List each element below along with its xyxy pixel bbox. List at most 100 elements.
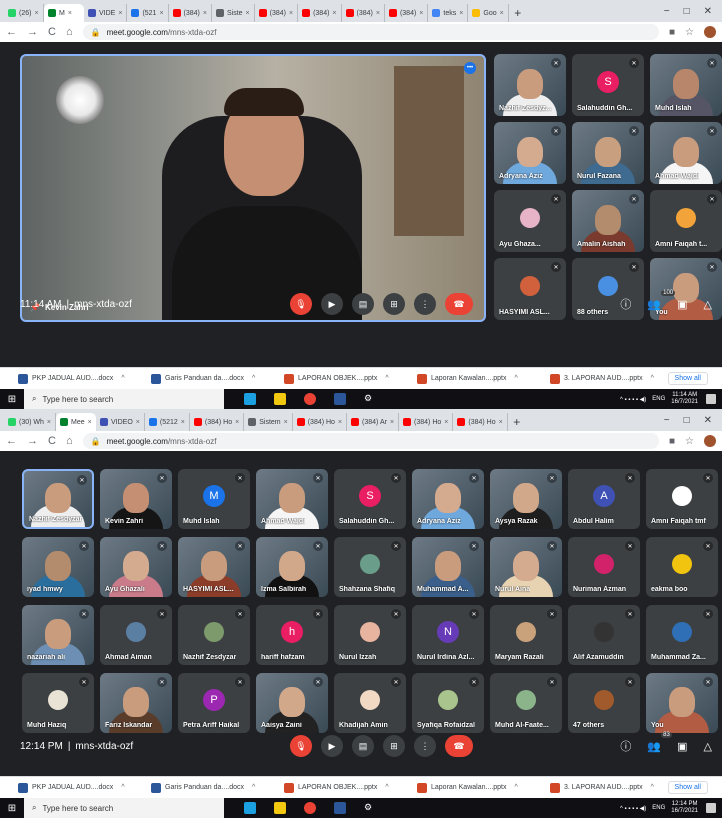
chevron-up-icon[interactable]: ^: [252, 784, 255, 791]
download-item[interactable]: Garis Panduan da....docx ^: [151, 373, 276, 384]
tab-close-icon[interactable]: ×: [136, 419, 140, 426]
participant-tile[interactable]: ✕ Ayu Ghaza...: [494, 190, 566, 252]
browser-tab[interactable]: (5212 ×: [145, 413, 190, 431]
forward-icon[interactable]: →: [27, 435, 38, 447]
chrome-icon[interactable]: [304, 393, 316, 405]
participant-tile[interactable]: ✕ Alif Azamuddin: [568, 605, 640, 665]
download-item[interactable]: Laporan Kawalan....pptx ^: [417, 373, 542, 384]
info-icon[interactable]: ⓘ: [620, 296, 631, 312]
present-button[interactable]: ⊞: [383, 293, 405, 315]
tab-close-icon[interactable]: ×: [118, 10, 122, 17]
forward-icon[interactable]: →: [27, 26, 38, 38]
download-item[interactable]: Garis Panduan da....docx ^: [151, 782, 276, 793]
download-item[interactable]: LAPORAN OBJEK....pptx ^: [284, 782, 409, 793]
chevron-up-icon[interactable]: ^: [515, 375, 518, 382]
browser-tab[interactable]: VIDE ×: [84, 4, 128, 22]
chevron-up-icon[interactable]: ^: [515, 784, 518, 791]
participant-tile[interactable]: ✕ Syafiqa Rofaidzal: [412, 673, 484, 733]
browser-tab[interactable]: (384) ×: [342, 4, 385, 22]
tab-close-icon[interactable]: ×: [88, 419, 92, 426]
mic-off-button[interactable]: 🎙: [290, 293, 312, 315]
tab-close-icon[interactable]: ×: [444, 419, 448, 426]
browser-tab[interactable]: teks ×: [428, 4, 469, 22]
camera-button[interactable]: ▶: [321, 735, 343, 757]
browser-tab[interactable]: Siste ×: [212, 4, 255, 22]
file-explorer-icon[interactable]: [274, 393, 286, 405]
tab-close-icon[interactable]: ×: [390, 419, 394, 426]
chevron-up-icon[interactable]: ^: [651, 784, 654, 791]
browser-tab[interactable]: (30) Wh ×: [4, 413, 56, 431]
participant-tile[interactable]: ✕ Nurul Fazana: [572, 122, 644, 184]
tab-close-icon[interactable]: ×: [203, 10, 207, 17]
participant-tile[interactable]: ✕ Ahmad Aiman: [100, 605, 172, 665]
leave-call-button[interactable]: ☎: [445, 735, 473, 757]
url-field[interactable]: 🔒 meet.google.com/mns-xtda-ozf: [82, 433, 659, 449]
profile-avatar[interactable]: [704, 435, 716, 447]
tab-close-icon[interactable]: ×: [47, 419, 51, 426]
settings-icon[interactable]: ⚙: [364, 393, 376, 405]
minimize-icon[interactable]: −: [664, 6, 670, 17]
participant-tile[interactable]: ✕ Muhammad Za...: [646, 605, 718, 665]
participant-tile[interactable]: N ✕ Nurul Irdina Azl...: [412, 605, 484, 665]
participant-tile[interactable]: h ✕ hariff hafzam: [256, 605, 328, 665]
close-window-icon[interactable]: ✕: [704, 415, 712, 426]
participant-tile[interactable]: ✕ Nurul Izzah: [334, 605, 406, 665]
edge-icon[interactable]: [244, 393, 256, 405]
show-all-button[interactable]: Show all: [667, 781, 708, 794]
leave-call-button[interactable]: ☎: [445, 293, 473, 315]
captions-button[interactable]: ▤: [352, 293, 374, 315]
word-icon[interactable]: [334, 802, 346, 814]
browser-tab[interactable]: (384) ×: [255, 4, 299, 22]
browser-tab[interactable]: (384) ×: [385, 4, 429, 22]
browser-tab[interactable]: Goo ×: [468, 4, 509, 22]
tab-close-icon[interactable]: ×: [332, 10, 336, 17]
chevron-up-icon[interactable]: ^: [121, 784, 124, 791]
windows-start-icon[interactable]: ⊞: [0, 798, 24, 818]
browser-tab[interactable]: (384) ×: [298, 4, 342, 22]
file-explorer-icon[interactable]: [274, 802, 286, 814]
browser-tab[interactable]: (384) Ar ×: [347, 413, 400, 431]
taskbar-clock[interactable]: 12:14 PM 16/7/2021: [671, 801, 698, 815]
participant-tile[interactable]: ✕ iyad hmwy: [22, 537, 94, 597]
download-item[interactable]: 3. LAPORAN AUD....pptx ^: [550, 782, 675, 793]
participant-tile[interactable]: ✕ Izma Salbirah: [256, 537, 328, 597]
chat-icon[interactable]: ▣: [677, 740, 687, 753]
browser-tab[interactable]: (384) Ho ×: [399, 413, 454, 431]
close-window-icon[interactable]: ✕: [704, 6, 712, 17]
participant-tile[interactable]: ✕ nazariah ali: [22, 605, 94, 665]
browser-tab[interactable]: (384) ×: [169, 4, 212, 22]
tab-close-icon[interactable]: ×: [338, 419, 342, 426]
new-tab-button[interactable]: +: [509, 4, 527, 22]
maximize-icon[interactable]: □: [684, 415, 690, 426]
chevron-up-icon[interactable]: ^: [385, 784, 388, 791]
windows-start-icon[interactable]: ⊞: [0, 389, 24, 409]
participant-tile[interactable]: ✕ Ahmad Wajdi: [650, 122, 722, 184]
browser-tab[interactable]: M ×: [44, 4, 84, 22]
tab-close-icon[interactable]: ×: [34, 10, 38, 17]
participant-tile[interactable]: S ✕ Salahuddin Gh...: [334, 469, 406, 529]
notification-icon[interactable]: [706, 394, 716, 404]
chat-icon[interactable]: ▣: [677, 298, 687, 311]
browser-tab[interactable]: (384) Ho ×: [453, 413, 508, 431]
participant-tile[interactable]: ✕ Shahzana Shafiq: [334, 537, 406, 597]
present-button[interactable]: ⊞: [383, 735, 405, 757]
download-item[interactable]: PKP JADUAL AUD....docx ^: [18, 373, 143, 384]
back-icon[interactable]: ←: [6, 435, 17, 447]
participant-tile[interactable]: ✕ Nazhif Zesdyz...: [494, 54, 566, 116]
tab-close-icon[interactable]: ×: [376, 10, 380, 17]
chrome-icon[interactable]: [304, 802, 316, 814]
language-indicator[interactable]: ENG: [652, 805, 665, 811]
minimize-icon[interactable]: −: [664, 415, 670, 426]
participant-tile[interactable]: ✕ Fariz Iskandar: [100, 673, 172, 733]
tab-close-icon[interactable]: ×: [500, 10, 504, 17]
new-tab-button[interactable]: +: [508, 413, 526, 431]
chevron-up-icon[interactable]: ^: [121, 375, 124, 382]
tab-close-icon[interactable]: ×: [159, 10, 163, 17]
participant-tile[interactable]: ✕ Nazhif Zesdyzar: [178, 605, 250, 665]
participant-tile[interactable]: ✕ Ayu Ghazali: [100, 537, 172, 597]
participant-tile[interactable]: ✕ Amalin Aishah: [572, 190, 644, 252]
participant-tile[interactable]: ✕ Adryana Aziz: [412, 469, 484, 529]
participant-tile[interactable]: ✕ Muhd Haziq: [22, 673, 94, 733]
bookmark-star-icon[interactable]: ☆: [685, 436, 694, 447]
people-button[interactable]: 👥 100: [647, 289, 676, 311]
